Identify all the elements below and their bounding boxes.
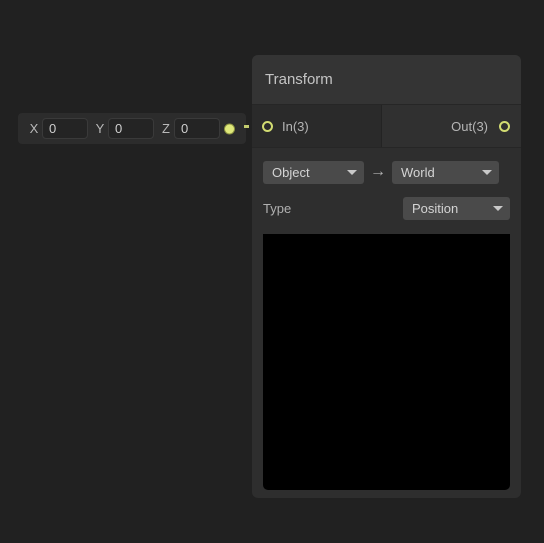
dropdown-space-to-value: World xyxy=(401,164,435,180)
arrow-right-icon: → xyxy=(370,163,386,180)
type-label: Type xyxy=(263,200,292,216)
vector-input-x[interactable] xyxy=(42,118,88,139)
chevron-down-icon xyxy=(482,169,492,175)
vector-input-panel: X Y Z xyxy=(18,113,246,144)
axis-label-y: Y xyxy=(95,121,105,136)
dropdown-type-value: Position xyxy=(412,200,459,216)
node-output-port-slot[interactable]: Out(3) xyxy=(382,105,521,147)
transform-node[interactable]: Transform In(3) Out(3) Object → World Ty… xyxy=(252,55,521,498)
vector-input-z[interactable] xyxy=(174,118,220,139)
axis-label-z: Z xyxy=(162,121,170,136)
output-port-label: Out(3) xyxy=(451,118,488,134)
chevron-down-icon xyxy=(347,169,357,175)
chevron-down-icon xyxy=(493,205,503,211)
node-input-port-slot[interactable]: In(3) xyxy=(252,105,382,147)
node-port-row: In(3) Out(3) xyxy=(252,105,521,148)
space-conversion-row: Object → World xyxy=(263,158,510,186)
dropdown-space-to[interactable]: World xyxy=(392,160,499,184)
wire-segment xyxy=(244,125,249,128)
node-header[interactable]: Transform xyxy=(252,55,521,105)
dropdown-space-from-value: Object xyxy=(272,164,310,180)
node-preview[interactable] xyxy=(263,234,510,490)
vector-output-port-dot[interactable] xyxy=(225,124,234,133)
dropdown-space-from[interactable]: Object xyxy=(263,160,364,184)
node-controls: Object → World Type Position xyxy=(252,148,521,222)
node-title: Transform xyxy=(265,71,333,88)
vector-input-y[interactable] xyxy=(108,118,154,139)
node-editor-canvas: X Y Z Transform In(3) Out(3) xyxy=(0,0,544,543)
dropdown-type[interactable]: Position xyxy=(403,196,510,220)
axis-label-x: X xyxy=(29,121,39,136)
input-port-label: In(3) xyxy=(282,118,309,134)
input-port-circle-icon[interactable] xyxy=(262,120,273,132)
type-row: Type Position xyxy=(263,194,510,222)
output-port-circle-icon[interactable] xyxy=(499,120,510,132)
